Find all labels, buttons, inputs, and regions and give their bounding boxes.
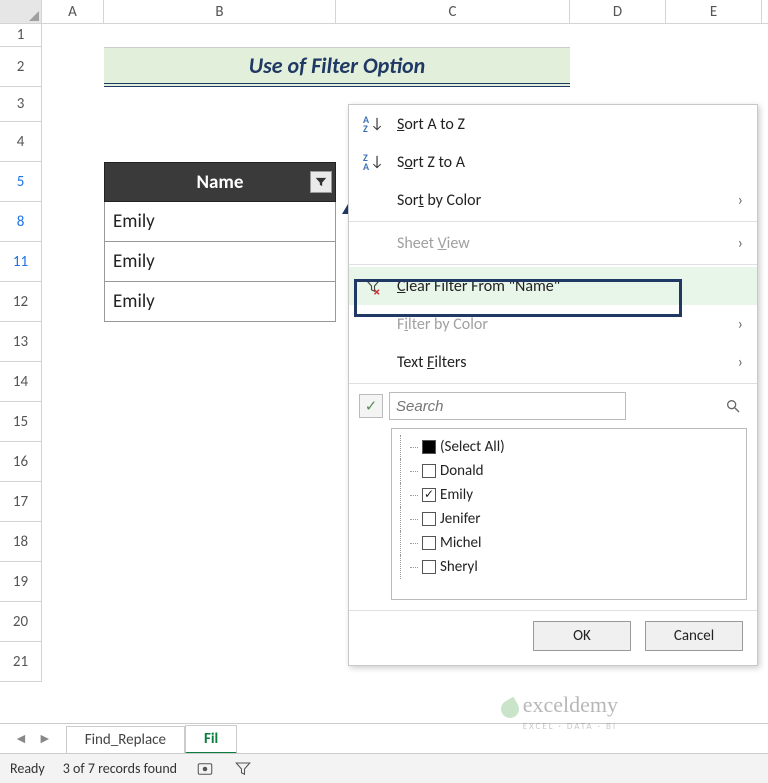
menu-filter-color: Filter by Color ›	[349, 305, 757, 343]
chevron-right-icon: ›	[738, 315, 743, 334]
menu-label: Text Filters	[397, 353, 743, 372]
filter-item-label: (Select All)	[440, 438, 505, 456]
table-header-name: Name	[104, 162, 336, 202]
chevron-right-icon[interactable]: ►	[38, 730, 52, 747]
title-cell: Use of Filter Option	[104, 47, 570, 87]
status-ready: Ready	[10, 760, 45, 777]
checkbox-icon[interactable]	[422, 464, 436, 478]
filter-item[interactable]: Michel	[398, 531, 740, 555]
row-header[interactable]: 18	[0, 522, 42, 562]
table-header-label: Name	[197, 171, 244, 194]
table-row[interactable]: Emily	[104, 242, 336, 282]
filter-item-label: Emily	[440, 486, 473, 504]
sheet-tab-bar: ◄► Find_Replace Fil	[0, 723, 768, 753]
row-header[interactable]: 8	[0, 202, 42, 242]
filter-item-select-all[interactable]: (Select All)	[398, 435, 740, 459]
filter-active-icon	[314, 175, 328, 189]
row-header[interactable]: 12	[0, 282, 42, 322]
status-records-found: 3 of 7 records found	[63, 760, 177, 777]
row-header[interactable]: 2	[0, 47, 42, 87]
sort-az-icon: AZ↓	[363, 115, 397, 133]
col-header-D[interactable]: D	[570, 0, 666, 23]
filter-item-label: Donald	[440, 462, 484, 480]
menu-label: Filter by Color	[397, 315, 743, 334]
filter-dropdown-button[interactable]	[310, 171, 332, 193]
menu-label: Sort Z to A	[397, 153, 743, 172]
filter-status-icon[interactable]	[233, 759, 253, 779]
clear-filter-icon	[363, 277, 397, 295]
row-header[interactable]: 20	[0, 602, 42, 642]
chevron-right-icon: ›	[738, 234, 743, 253]
menu-label: Clear Filter From "Name"	[397, 277, 743, 296]
menu-sheet-view: Sheet View ›	[349, 224, 757, 262]
checkbox-icon[interactable]	[422, 512, 436, 526]
row-header[interactable]: 11	[0, 242, 42, 282]
select-all-corner[interactable]	[0, 0, 42, 23]
col-header-E[interactable]: E	[666, 0, 762, 23]
sort-za-icon: ZA↓	[363, 153, 397, 171]
chevron-right-icon: ›	[738, 353, 743, 372]
chevron-left-icon[interactable]: ◄	[14, 730, 28, 747]
filter-item-label: Michel	[440, 534, 481, 552]
ok-button[interactable]: OK	[533, 621, 631, 651]
checkbox-icon[interactable]	[422, 440, 436, 454]
menu-label: Sheet View	[397, 234, 743, 253]
row-headers: 1 2 3 4 5 8 11 12 13 14 15 16 17 18 19 2…	[0, 24, 42, 704]
menu-sort-za[interactable]: ZA↓ Sort Z to A	[349, 143, 757, 181]
checkbox-icon[interactable]	[422, 560, 436, 574]
checkbox-icon[interactable]	[422, 536, 436, 550]
sheet-tab-find-replace[interactable]: Find_Replace	[66, 726, 185, 753]
filter-dropdown-menu: AZ↓ Sort A to Z ZA↓ Sort Z to A Sort by …	[348, 104, 758, 666]
col-header-B[interactable]: B	[104, 0, 336, 23]
filter-item[interactable]: Jenifer	[398, 507, 740, 531]
chevron-right-icon: ›	[738, 191, 743, 210]
multiselect-toggle[interactable]: ✓	[359, 394, 383, 418]
row-header[interactable]: 13	[0, 322, 42, 362]
row-header[interactable]: 3	[0, 87, 42, 122]
menu-clear-filter[interactable]: Clear Filter From "Name"	[349, 267, 757, 305]
row-header[interactable]: 17	[0, 482, 42, 522]
row-header[interactable]: 15	[0, 402, 42, 442]
filter-item-label: Sheryl	[440, 558, 478, 576]
sheet-tab-filter[interactable]: Fil	[185, 725, 237, 755]
menu-sort-color[interactable]: Sort by Color ›	[349, 181, 757, 219]
row-header[interactable]: 19	[0, 562, 42, 602]
cancel-button[interactable]: Cancel	[645, 621, 743, 651]
filter-item-label: Jenifer	[440, 510, 480, 528]
search-icon	[725, 398, 741, 414]
column-headers: A B C D E	[0, 0, 768, 24]
menu-sort-az[interactable]: AZ↓ Sort A to Z	[349, 105, 757, 143]
col-header-A[interactable]: A	[42, 0, 104, 23]
filter-item[interactable]: Emily	[398, 483, 740, 507]
menu-text-filters[interactable]: Text Filters ›	[349, 343, 757, 381]
table-row[interactable]: Emily	[104, 202, 336, 242]
row-header[interactable]: 1	[0, 24, 42, 47]
col-header-C[interactable]: C	[336, 0, 570, 23]
menu-label: Sort A to Z	[397, 115, 743, 134]
filter-search-input[interactable]	[389, 392, 626, 420]
status-bar: Ready 3 of 7 records found	[0, 753, 768, 783]
row-header[interactable]: 14	[0, 362, 42, 402]
row-header[interactable]: 21	[0, 642, 42, 682]
macro-record-icon[interactable]	[195, 759, 215, 779]
table-row[interactable]: Emily	[104, 282, 336, 322]
filter-item[interactable]: Sheryl	[398, 555, 740, 579]
filter-values-tree: (Select All) Donald Emily Jenifer Michel…	[391, 428, 747, 600]
filter-item[interactable]: Donald	[398, 459, 740, 483]
row-header[interactable]: 16	[0, 442, 42, 482]
checkbox-icon[interactable]	[422, 488, 436, 502]
row-header[interactable]: 5	[0, 162, 42, 202]
row-header[interactable]: 4	[0, 122, 42, 162]
tab-nav-buttons[interactable]: ◄►	[0, 730, 66, 747]
menu-label: Sort by Color	[397, 191, 743, 210]
